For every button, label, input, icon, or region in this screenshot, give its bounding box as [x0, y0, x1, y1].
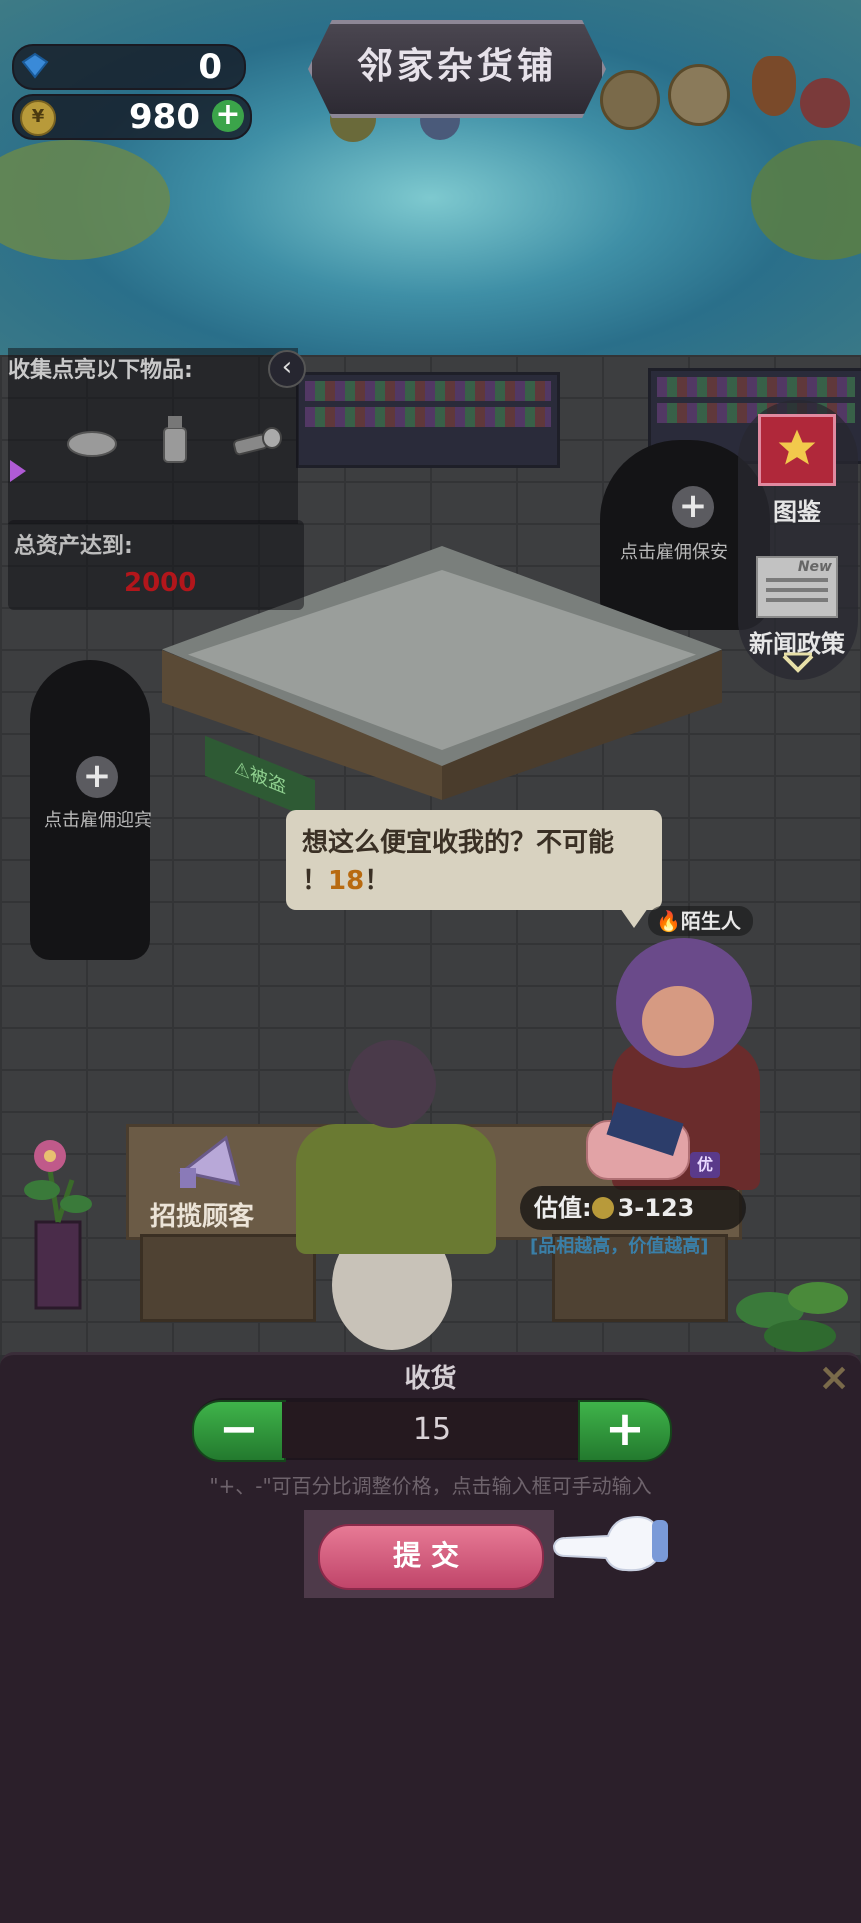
coin-count: 980: [129, 97, 200, 137]
speech-bubble-tail: [620, 908, 648, 928]
close-icon[interactable]: ×: [818, 1358, 850, 1396]
increase-price-button[interactable]: +: [578, 1400, 672, 1462]
pointing-hand-icon: [552, 1516, 668, 1572]
dialogue-amount: 18: [328, 866, 365, 896]
new-tag: New: [797, 559, 832, 575]
decrease-price-button[interactable]: −: [192, 1400, 286, 1462]
estimate-label: 估值:: [534, 1194, 592, 1222]
catalog-label: 图鉴: [773, 498, 821, 526]
hanging-decoration: [800, 78, 850, 128]
gem-counter: 0: [12, 44, 246, 90]
catalog-button[interactable]: 图鉴: [742, 414, 852, 527]
shopkeeper-head: [348, 1040, 436, 1128]
estimate-value: 估值: 3-123: [520, 1186, 746, 1230]
quest-items: [64, 416, 284, 464]
soap-icon: [67, 431, 117, 457]
flower-pot-icon: [24, 1140, 92, 1310]
dialogue-prefix: ！: [302, 866, 329, 896]
customer-tag-label: 陌生人: [680, 909, 741, 933]
guitar-icon: [752, 56, 796, 116]
submit-button[interactable]: 提交: [318, 1524, 544, 1590]
megaphone-icon[interactable]: [176, 1132, 246, 1196]
hire-greeter-label[interactable]: 点击雇佣迎宾: [44, 806, 152, 832]
wall-clock-icon: [668, 64, 730, 126]
flame-icon: 🔥: [656, 909, 681, 933]
hire-greeter-button[interactable]: +: [76, 756, 118, 798]
dialogue-line1: 想这么便宜收我的？不可能: [302, 828, 615, 858]
star-icon: [758, 414, 836, 486]
goods-shelf: [296, 372, 560, 468]
diamond-icon: [21, 52, 49, 79]
flashlight-icon: [233, 427, 282, 456]
estimate-note: [品相越高，价值越高]: [530, 1236, 709, 1257]
counter-leg: [140, 1234, 316, 1322]
estimate-range: 3-123: [617, 1194, 695, 1222]
bottle-icon: [163, 416, 187, 463]
dialogue-suffix: ！: [364, 866, 391, 896]
coin-icon: ¥: [20, 100, 56, 136]
hire-security-button[interactable]: +: [672, 486, 714, 528]
asset-goal-label: 总资产达到:: [14, 534, 133, 559]
newspaper-icon: New: [756, 556, 838, 618]
quest-collect-label: 收集点亮以下物品:: [8, 358, 193, 383]
purchase-panel-title: 收货: [404, 1364, 457, 1394]
solicit-customers-button[interactable]: 招揽顾客: [150, 1196, 254, 1233]
hire-security-label[interactable]: 点击雇佣保安: [620, 538, 728, 564]
price-hint: "+、-"可百分比调整价格，点击输入框可手动输入: [209, 1474, 652, 1498]
collapse-quest-button[interactable]: ‹: [268, 350, 306, 388]
game-scene: ⚠被盗 优 招揽顾客 估值: 3-123 [品相越高，价值越高] 想这么便宜收我的…: [0, 0, 861, 1355]
shop-title: 邻家杂货铺: [308, 20, 606, 118]
coin-counter: ¥ 980 +: [12, 94, 252, 140]
shopkeeper-character: [296, 1124, 496, 1254]
add-coins-button[interactable]: +: [212, 100, 244, 132]
wall-clock-icon: [600, 70, 660, 130]
asset-goal-target: 2000: [124, 568, 197, 598]
customer-tag: 🔥陌生人: [648, 906, 753, 936]
customer-face: [642, 986, 714, 1056]
chevron-down-icon[interactable]: [780, 652, 816, 676]
customer-speech-bubble: 想这么便宜收我的？不可能 ！18！: [286, 810, 662, 910]
price-input[interactable]: [282, 1402, 582, 1458]
gem-count: 0: [198, 47, 222, 87]
news-policy-button[interactable]: New 新闻政策: [742, 556, 852, 659]
coin-icon: [591, 1197, 614, 1219]
quality-badge: 优: [690, 1152, 720, 1178]
plant-leaves-icon: [736, 1282, 848, 1352]
